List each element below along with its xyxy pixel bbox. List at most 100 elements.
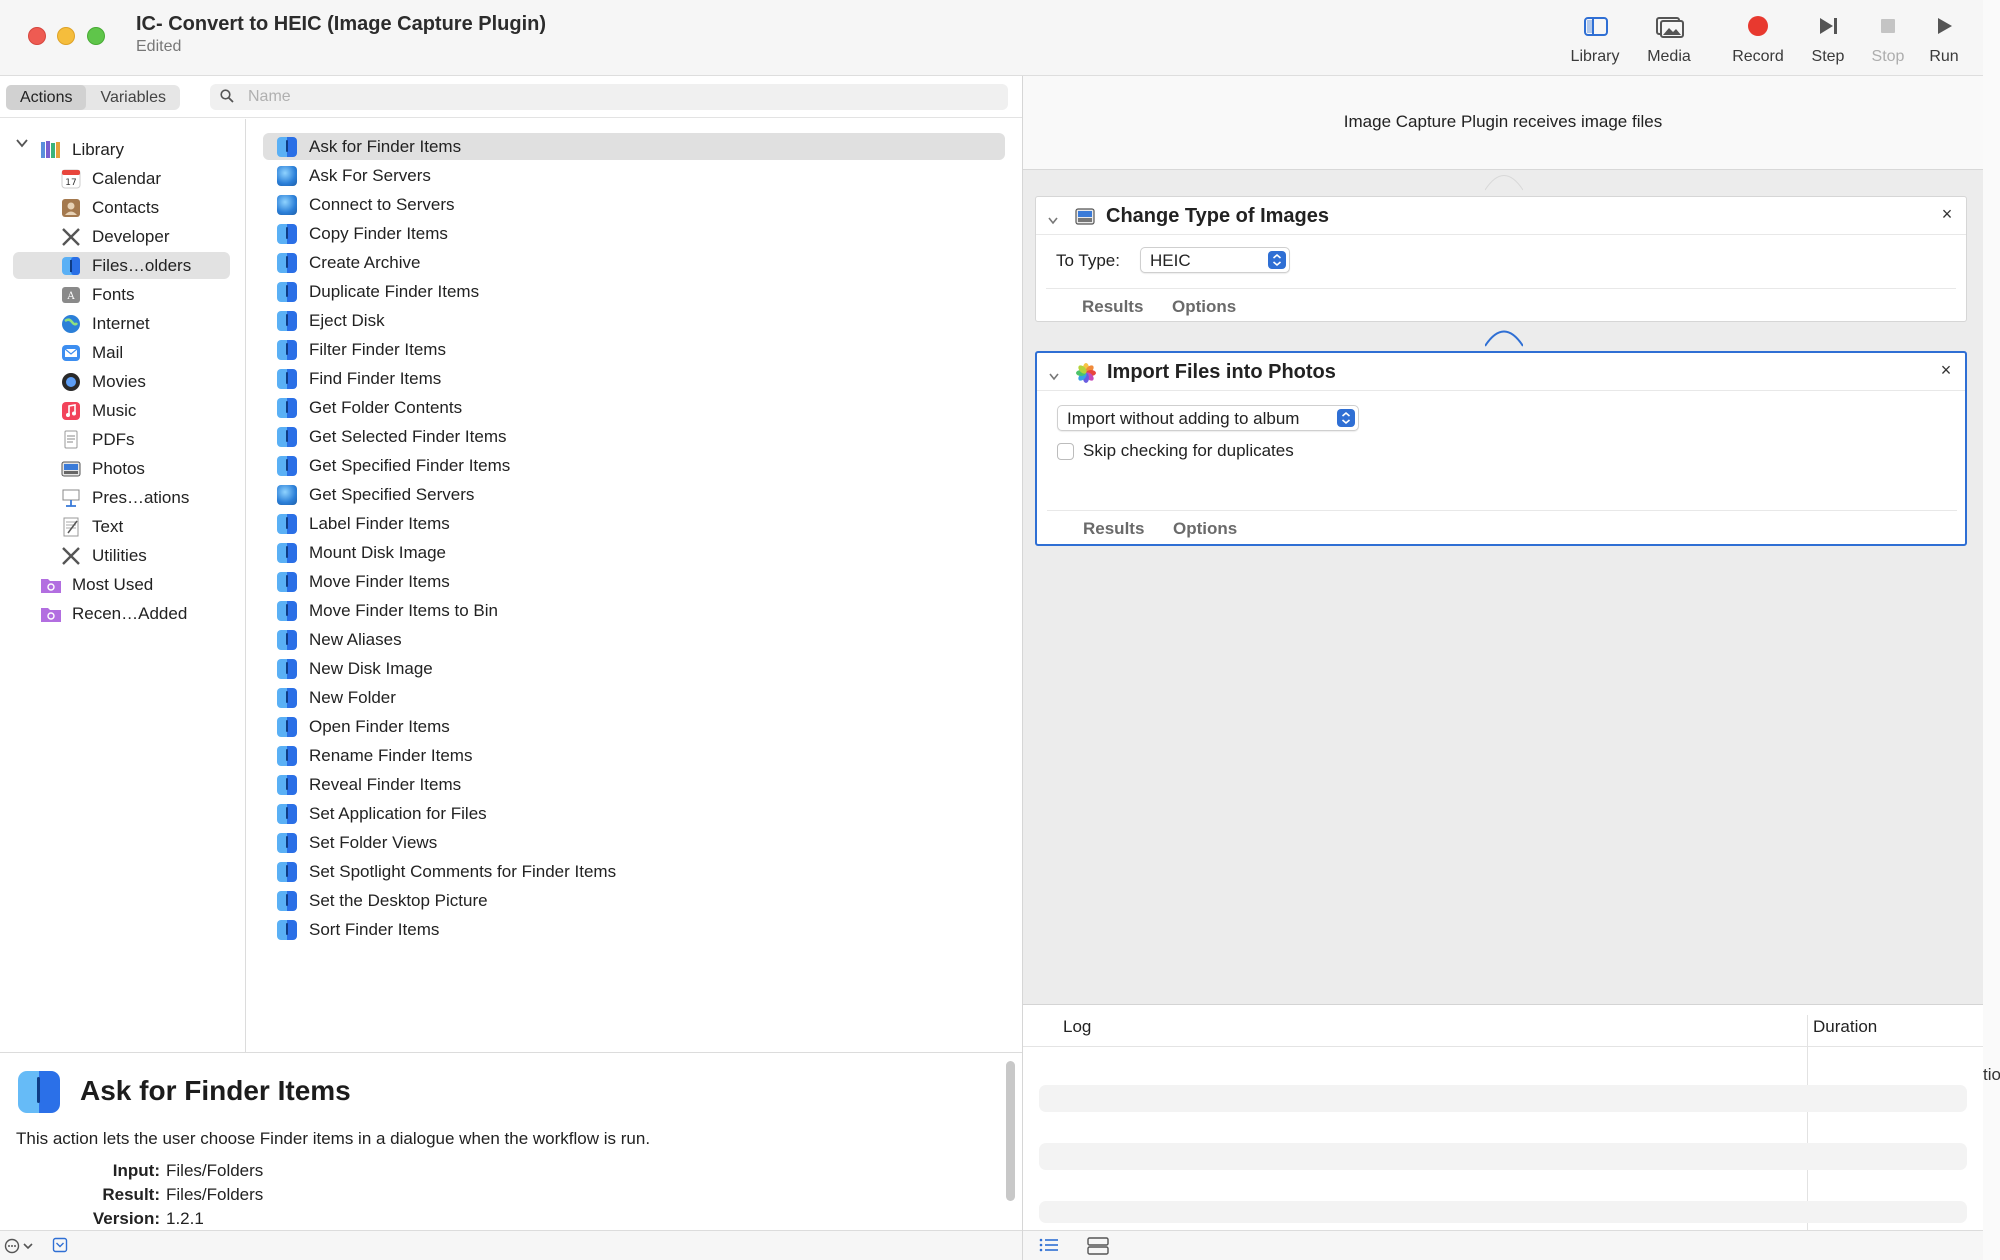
action-list-item[interactable]: Mount Disk Image bbox=[263, 539, 1005, 566]
sidebar-item-pdfs[interactable]: PDFs bbox=[60, 426, 135, 453]
chevron-down-icon[interactable] bbox=[16, 136, 28, 148]
action-list-item[interactable]: New Folder bbox=[263, 684, 1005, 711]
action-list-item[interactable]: Set Spotlight Comments for Finder Items bbox=[263, 858, 1005, 885]
action-list-item[interactable]: New Aliases bbox=[263, 626, 1005, 653]
options-tab[interactable]: Options bbox=[1172, 297, 1236, 317]
chevron-down-icon[interactable] bbox=[1049, 368, 1059, 381]
action-list-item[interactable]: Get Folder Contents bbox=[263, 394, 1005, 421]
sidebar-item-developer[interactable]: Developer bbox=[60, 223, 170, 250]
list-view-icon[interactable] bbox=[1039, 1237, 1059, 1258]
sidebar-item-recen-added[interactable]: Recen…Added bbox=[40, 600, 187, 627]
action-list-item[interactable]: Move Finder Items to Bin bbox=[263, 597, 1005, 624]
chevron-down-icon[interactable] bbox=[1048, 212, 1058, 225]
action-list-item[interactable]: Ask for Finder Items bbox=[263, 133, 1005, 160]
search-input[interactable] bbox=[248, 86, 988, 108]
sidebar-item-pres-ations[interactable]: Pres…ations bbox=[60, 484, 189, 511]
change-type-of-images-action[interactable]: Change Type of Images × To Type: HEIC Re… bbox=[1035, 196, 1967, 322]
sidebar-item-utilities[interactable]: Utilities bbox=[60, 542, 147, 569]
sidebar-item-movies[interactable]: Movies bbox=[60, 368, 146, 395]
step-icon bbox=[1810, 12, 1846, 42]
record-toolbar-button[interactable]: Record bbox=[1725, 12, 1791, 72]
sidebar-item-label: Calendar bbox=[92, 168, 161, 188]
globe-icon bbox=[277, 165, 297, 186]
utilities-icon bbox=[60, 546, 82, 566]
log-row bbox=[1039, 1085, 1967, 1112]
action-list-item[interactable]: Reveal Finder Items bbox=[263, 771, 1005, 798]
stop-toolbar-button[interactable]: Stop bbox=[1867, 12, 1909, 72]
sidebar-item-photos[interactable]: Photos bbox=[60, 455, 145, 482]
library-pane: Actions Variables Library 17 Calendar Conta… bbox=[0, 76, 1022, 1052]
action-list-item[interactable]: Get Specified Finder Items bbox=[263, 452, 1005, 479]
sidebar-item-files-olders[interactable]: Files…olders bbox=[13, 252, 230, 279]
action-list-item[interactable]: Get Specified Servers bbox=[263, 481, 1005, 508]
action-list-item[interactable]: New Disk Image bbox=[263, 655, 1005, 682]
action-list-label: Get Selected Finder Items bbox=[309, 426, 507, 446]
action-list-item[interactable]: Find Finder Items bbox=[263, 365, 1005, 392]
description-title: Ask for Finder Items bbox=[80, 1075, 351, 1106]
action-list-item[interactable]: Duplicate Finder Items bbox=[263, 278, 1005, 305]
sidebar-item-fonts[interactable]: A Fonts bbox=[60, 281, 135, 308]
library-toolbar-button[interactable]: Library bbox=[1562, 12, 1628, 72]
tab-actions[interactable]: Actions bbox=[6, 85, 87, 110]
album-popup[interactable]: Import without adding to album bbox=[1057, 405, 1359, 431]
action-list-item[interactable]: Label Finder Items bbox=[263, 510, 1005, 537]
sidebar-item-contacts[interactable]: Contacts bbox=[60, 194, 159, 221]
action-list-item[interactable]: Get Selected Finder Items bbox=[263, 423, 1005, 450]
card-footer: Results Options bbox=[1047, 510, 1957, 544]
sidebar-item-label: Recen…Added bbox=[72, 603, 188, 623]
action-list-item[interactable]: Connect to Servers bbox=[263, 191, 1005, 218]
split-view-icon[interactable] bbox=[1087, 1237, 1109, 1260]
action-list-item[interactable]: Sort Finder Items bbox=[263, 916, 1005, 943]
action-list-item[interactable]: Rename Finder Items bbox=[263, 742, 1005, 769]
import-files-into-photos-action[interactable]: Import Files into Photos × Import withou… bbox=[1035, 351, 1967, 546]
action-list-item[interactable]: Ask For Servers bbox=[263, 162, 1005, 189]
action-list-item[interactable]: Move Finder Items bbox=[263, 568, 1005, 595]
sidebar-item-most-used[interactable]: Most Used bbox=[40, 571, 153, 598]
search-field[interactable] bbox=[210, 84, 1008, 110]
card-header: Change Type of Images × bbox=[1036, 197, 1966, 235]
skip-duplicates-checkbox[interactable] bbox=[1057, 443, 1074, 460]
close-window-button[interactable] bbox=[28, 27, 46, 45]
media-toolbar-button[interactable]: Media bbox=[1638, 12, 1700, 72]
description-toggle-icon[interactable] bbox=[52, 1237, 68, 1258]
action-list-item[interactable]: Set the Desktop Picture bbox=[263, 887, 1005, 914]
action-list-label: New Aliases bbox=[309, 629, 402, 649]
action-list-item[interactable]: Set Folder Views bbox=[263, 829, 1005, 856]
close-icon[interactable]: × bbox=[1939, 361, 1953, 379]
step-toolbar-button[interactable]: Step bbox=[1805, 12, 1851, 72]
run-toolbar-button[interactable]: Run bbox=[1924, 12, 1964, 72]
column-divider[interactable] bbox=[1807, 1015, 1808, 1231]
sidebar-item-mail[interactable]: Mail bbox=[60, 339, 123, 366]
sidebar-item-library[interactable]: Library bbox=[40, 136, 124, 163]
sidebar-item-calendar[interactable]: 17 Calendar bbox=[60, 165, 161, 192]
sidebar-item-text[interactable]: Text bbox=[60, 513, 123, 540]
globe-icon bbox=[277, 194, 297, 215]
action-list-item[interactable]: Eject Disk bbox=[263, 307, 1005, 334]
more-options-icon[interactable] bbox=[4, 1237, 36, 1260]
action-list-label: Filter Finder Items bbox=[309, 339, 446, 359]
zoom-window-button[interactable] bbox=[87, 27, 105, 45]
pdf-icon bbox=[60, 430, 82, 450]
action-list-item[interactable]: Open Finder Items bbox=[263, 713, 1005, 740]
internet-icon bbox=[60, 314, 82, 334]
action-list-item[interactable]: Copy Finder Items bbox=[263, 220, 1005, 247]
options-tab[interactable]: Options bbox=[1173, 519, 1237, 539]
sidebar-item-internet[interactable]: Internet bbox=[60, 310, 150, 337]
action-list-label: Label Finder Items bbox=[309, 513, 450, 533]
duration-column-header[interactable]: Duration bbox=[1813, 1017, 1877, 1037]
results-tab[interactable]: Results bbox=[1083, 519, 1144, 539]
minimize-window-button[interactable] bbox=[57, 27, 75, 45]
tab-variables[interactable]: Variables bbox=[86, 85, 180, 110]
description-scrollbar[interactable] bbox=[1006, 1061, 1015, 1201]
workflow-area[interactable]: Image Capture Plugin receives image file… bbox=[1023, 76, 1983, 1004]
sidebar-item-label: Files…olders bbox=[92, 255, 192, 275]
finder-icon bbox=[277, 832, 297, 853]
action-list-item[interactable]: Set Application for Files bbox=[263, 800, 1005, 827]
sidebar-item-music[interactable]: Music bbox=[60, 397, 136, 424]
to-type-popup[interactable]: HEIC bbox=[1140, 247, 1290, 273]
log-column-header[interactable]: Log bbox=[1063, 1017, 1091, 1037]
action-list-item[interactable]: Create Archive bbox=[263, 249, 1005, 276]
close-icon[interactable]: × bbox=[1940, 205, 1954, 223]
action-list-item[interactable]: Filter Finder Items bbox=[263, 336, 1005, 363]
results-tab[interactable]: Results bbox=[1082, 297, 1143, 317]
